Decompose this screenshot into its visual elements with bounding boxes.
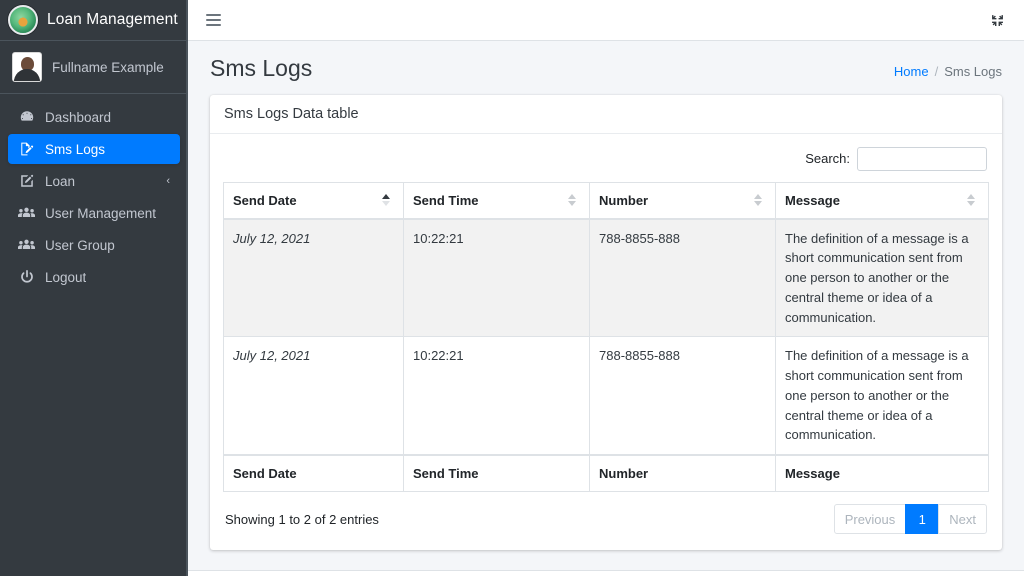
breadcrumb-current: Sms Logs <box>944 64 1002 80</box>
sidebar-item-label: User Management <box>45 205 157 221</box>
cell-send-time: 10:22:21 <box>403 336 590 456</box>
avatar <box>12 52 42 82</box>
brand-title: Loan Management <box>47 11 178 28</box>
sidebar-item-dashboard[interactable]: Dashboard <box>8 102 180 132</box>
column-header-message[interactable]: Message <box>775 181 989 220</box>
sort-none-icon <box>566 193 580 207</box>
topbar <box>188 0 1024 41</box>
column-header-send-time[interactable]: Send Time <box>403 181 590 220</box>
sidebar-item-label: Logout <box>45 269 87 285</box>
sort-none-icon <box>752 193 766 207</box>
content: Sms Logs Data table Search: Send Date Se… <box>188 94 1024 551</box>
card-title: Sms Logs Data table <box>224 105 359 122</box>
table-head: Send Date Send Time Number Message <box>223 181 989 220</box>
cell-message: The definition of a message is a short c… <box>775 336 989 456</box>
sidebar-item-label: Dashboard <box>45 109 112 125</box>
sidebar-user-name: Fullname Example <box>52 59 164 75</box>
sidebar-item-label: Loan <box>45 173 76 189</box>
entries-info: Showing 1 to 2 of 2 entries <box>225 511 379 527</box>
dashboard-tachometer-icon <box>18 109 35 125</box>
sidebar-item-label: User Group <box>45 237 115 253</box>
column-header-label: Send Time <box>413 192 479 208</box>
search-label: Search: <box>805 151 850 167</box>
sidebar-item-user-management[interactable]: User Management <box>8 198 180 228</box>
table-foot: Send Date Send Time Number Message <box>223 454 989 493</box>
column-header-number[interactable]: Number <box>589 181 776 220</box>
card-body: Search: Send Date Send Time Number Messa… <box>210 134 1002 551</box>
table-footer-row: Send Date Send Time Number Message <box>223 454 989 493</box>
footer-column-send-date: Send Date <box>223 454 404 493</box>
main-area: Sms Logs Home / Sms Logs Sms Logs Data t… <box>188 0 1024 576</box>
cell-number: 788-8855-888 <box>589 218 776 338</box>
datatable-footer: Showing 1 to 2 of 2 entries Previous 1 N… <box>223 492 989 542</box>
table-body: July 12, 2021 10:22:21 788-8855-888 The … <box>223 218 989 456</box>
power-off-icon <box>18 269 35 285</box>
pagination-previous-button[interactable]: Previous <box>833 504 907 535</box>
footer-column-message: Message <box>775 454 989 493</box>
compress-fullscreen-exit-icon[interactable] <box>984 7 1010 33</box>
users-icon <box>18 237 35 253</box>
cell-send-date: July 12, 2021 <box>223 218 404 338</box>
sms-logs-card: Sms Logs Data table Search: Send Date Se… <box>210 94 1002 551</box>
app-root: Loan Management Fullname Example Dashboa… <box>0 0 1024 576</box>
column-header-send-date[interactable]: Send Date <box>223 181 404 220</box>
sidebar-item-label: Sms Logs <box>45 141 106 157</box>
cell-message: The definition of a message is a short c… <box>775 218 989 338</box>
datatable-toolbar: Search: <box>223 145 989 182</box>
cell-send-date: July 12, 2021 <box>223 336 404 456</box>
users-icon <box>18 205 35 221</box>
pagination-page-1-button[interactable]: 1 <box>905 504 940 535</box>
footer-column-send-time: Send Time <box>403 454 590 493</box>
hamburger-menu-icon[interactable] <box>200 7 226 33</box>
cell-number: 788-8855-888 <box>589 336 776 456</box>
page-title: Sms Logs <box>210 55 313 81</box>
content-header: Sms Logs Home / Sms Logs <box>188 41 1024 95</box>
edit-square-icon <box>18 173 35 189</box>
table-row[interactable]: July 12, 2021 10:22:21 788-8855-888 The … <box>223 218 989 338</box>
sidebar: Loan Management Fullname Example Dashboa… <box>0 0 188 576</box>
breadcrumb-home-link[interactable]: Home <box>894 64 929 79</box>
sms-logs-table: Send Date Send Time Number Message July … <box>223 181 989 493</box>
sidebar-nav: Dashboard Sms Logs Loan ‹ User Managemen… <box>0 94 188 294</box>
breadcrumb: Home / Sms Logs <box>894 58 1002 79</box>
sort-none-icon <box>965 193 979 207</box>
column-header-label: Number <box>599 192 649 208</box>
footer-column-number: Number <box>589 454 776 493</box>
table-row[interactable]: July 12, 2021 10:22:21 788-8855-888 The … <box>223 336 989 456</box>
page-footer: Footer Loan Management with SMS System. … <box>188 570 1024 576</box>
pagination: Previous 1 Next <box>833 504 987 535</box>
search-input[interactable] <box>857 146 987 171</box>
circular-globe-logo-icon <box>8 5 38 35</box>
cell-send-time: 10:22:21 <box>403 218 590 338</box>
sidebar-item-loan[interactable]: Loan ‹ <box>8 166 180 196</box>
chevron-left-icon: ‹ <box>166 175 170 187</box>
pagination-next-button[interactable]: Next <box>938 504 987 535</box>
sidebar-brand[interactable]: Loan Management <box>0 0 188 41</box>
breadcrumb-separator: / <box>934 64 939 80</box>
hamburger-bars <box>205 14 221 26</box>
sidebar-item-user-group[interactable]: User Group <box>8 230 180 260</box>
sidebar-item-sms-logs[interactable]: Sms Logs <box>8 134 180 164</box>
sidebar-item-logout[interactable]: Logout <box>8 262 180 292</box>
sidebar-user-panel[interactable]: Fullname Example <box>0 41 188 94</box>
card-header: Sms Logs Data table <box>210 95 1002 134</box>
column-header-label: Message <box>785 192 840 208</box>
table-header-row: Send Date Send Time Number Message <box>223 181 989 220</box>
sort-ascending-icon <box>380 193 394 207</box>
column-header-label: Send Date <box>233 192 297 208</box>
file-edit-icon <box>18 141 35 157</box>
